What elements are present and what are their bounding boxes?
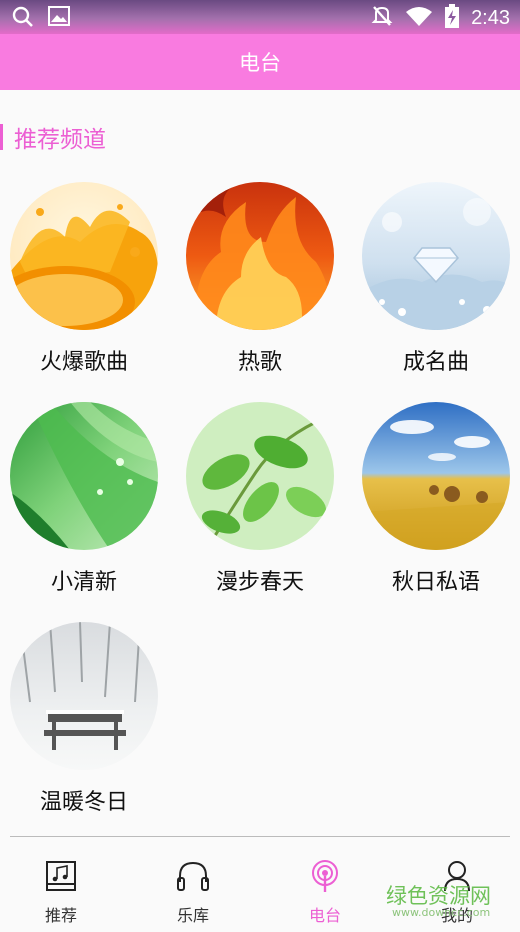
channel-item[interactable]: 秋日私语 [361,402,511,596]
fire-flames-image[interactable] [186,182,334,330]
autumn-hay-field-image[interactable] [362,402,510,550]
headphones-icon [133,856,253,896]
channel-label: 小清新 [50,570,117,595]
section-header: 推荐频道 [0,120,106,154]
channel-label: 秋日私语 [391,570,480,595]
channel-item[interactable]: 漫步春天 [185,402,335,596]
wifi-icon [405,5,433,31]
image-icon [48,6,70,32]
page-title: 电台 [239,51,281,75]
tab-library[interactable]: 乐库 [133,848,253,926]
channel-label: 火爆歌曲 [39,350,128,375]
channel-label: 成名曲 [402,350,469,375]
green-leaf-droplets-image[interactable] [10,402,158,550]
mute-icon [371,4,393,32]
watermark-url: www.downcc.com [392,906,491,919]
channel-item[interactable]: 成名曲 [361,182,511,376]
tab-label: 电台 [308,906,341,925]
tab-label: 乐库 [176,906,209,925]
music-note-icon [1,856,121,896]
channel-item[interactable]: 小清新 [9,402,159,596]
diamond-on-ice-image[interactable] [362,182,510,330]
orange-juice-splash-image[interactable] [10,182,158,330]
tab-radio[interactable]: 电台 [265,848,385,926]
spring-leaves-image[interactable] [186,402,334,550]
section-title: 推荐频道 [14,127,106,153]
app-bar: 电台 [0,34,520,90]
battery-charging-icon [445,4,460,32]
tab-label: 推荐 [44,906,77,925]
channel-item[interactable]: 火爆歌曲 [9,182,159,376]
search-icon [12,6,34,32]
tab-recommend[interactable]: 推荐 [1,848,121,926]
snowy-bench-image[interactable] [10,622,158,770]
channel-label: 漫步春天 [215,570,304,595]
channel-label: 热歌 [237,350,282,375]
status-time: 2:43 [471,6,510,29]
tabbar-divider [10,836,510,837]
channel-label: 温暖冬日 [39,790,128,815]
radio-icon [265,856,385,896]
status-bar: 2:43 [0,0,520,34]
channel-item[interactable]: 热歌 [185,182,335,376]
section-accent-bar [0,124,3,150]
channel-item[interactable]: 温暖冬日 [9,622,159,816]
